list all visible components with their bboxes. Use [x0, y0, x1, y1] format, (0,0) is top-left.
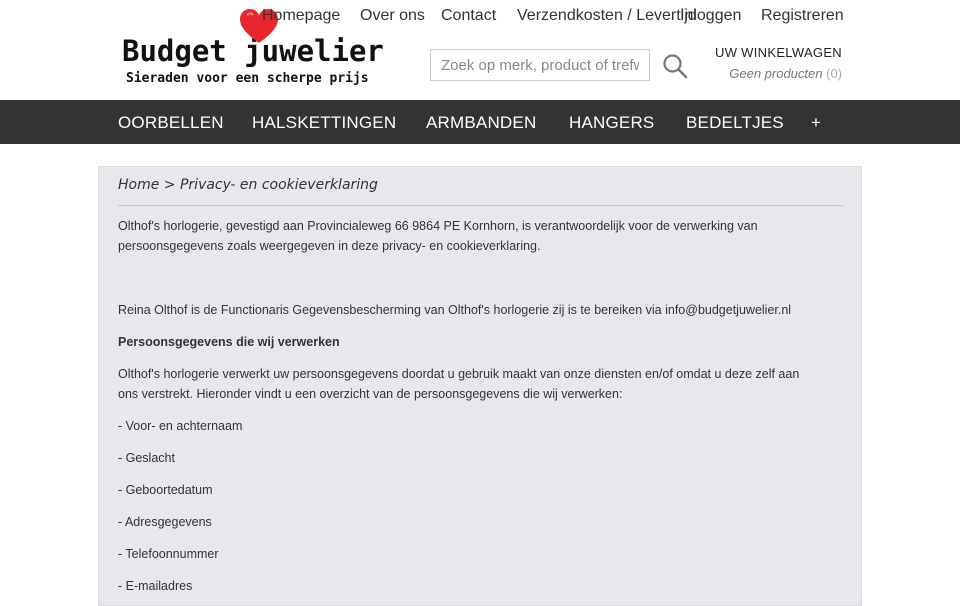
intro-paragraph: Olthof's horlogerie, gevestigd aan Provi… — [118, 216, 818, 256]
page-content: Home > Privacy- en cookieverklaring Olth… — [98, 166, 862, 606]
list-item: - Geboortedatum — [118, 483, 213, 497]
section-heading: Persoonsgegevens die wij verwerken — [118, 335, 340, 349]
site-header: Budget juwelier Sieraden voor een scherp… — [0, 0, 960, 100]
cart-title[interactable]: UW WINKELWAGEN — [690, 45, 842, 60]
nav-armbanden[interactable]: ARMBANDEN — [426, 113, 536, 133]
main-navigation: OORBELLEN HALSKETTINGEN ARMBANDEN HANGER… — [0, 100, 960, 144]
list-item: - Geslacht — [118, 451, 175, 465]
nav-hangers[interactable]: HANGERS — [569, 113, 654, 133]
nav-oorbellen[interactable]: OORBELLEN — [118, 113, 224, 133]
topnav-registreren[interactable]: Registreren — [761, 7, 844, 25]
search-icon[interactable] — [662, 53, 688, 79]
breadcrumb-current: Privacy- en cookieverklaring — [179, 177, 378, 193]
processing-line-1: Olthof's horlogerie verwerkt uw persoons… — [118, 367, 800, 381]
nav-halskettingen[interactable]: HALSKETTINGEN — [252, 113, 396, 133]
topnav-inloggen[interactable]: Inloggen — [680, 7, 741, 25]
topnav-over-ons[interactable]: Over ons — [360, 7, 425, 25]
topnav-homepage[interactable]: Homepage — [262, 7, 340, 25]
cart-status[interactable]: Geen producten (0) — [690, 66, 842, 81]
list-item: - Voor- en achternaam — [118, 419, 243, 433]
processing-line-2: ons verstrekt. Hieronder vindt u een ove… — [118, 387, 623, 401]
nav-bedeltjes[interactable]: BEDELTJES — [686, 113, 784, 133]
search-input[interactable] — [430, 49, 650, 81]
breadcrumb-separator: > — [163, 177, 176, 193]
cart-status-text: Geen producten — [729, 66, 823, 81]
cart-count: (0) — [826, 66, 842, 81]
topnav-contact[interactable]: Contact — [441, 7, 496, 25]
breadcrumb-home[interactable]: Home — [118, 177, 159, 193]
topnav-verzendkosten[interactable]: Verzendkosten / Levertijd — [517, 7, 697, 25]
top-navigation: Homepage Over ons Contact Verzendkosten … — [0, 7, 960, 27]
intro-line-2: persoonsgegevens zoals weergegeven in de… — [118, 239, 541, 253]
intro-line-1: Olthof's horlogerie, gevestigd aan Provi… — [118, 219, 758, 233]
list-item: - Adresgegevens — [118, 515, 212, 529]
nav-more-button[interactable]: + — [811, 113, 821, 133]
logo-tagline: Sieraden voor een scherpe prijs — [126, 71, 369, 86]
processing-paragraph: Olthof's horlogerie verwerkt uw persoons… — [118, 364, 818, 404]
list-item: - E-mailadres — [118, 579, 193, 593]
breadcrumb: Home > Privacy- en cookieverklaring — [118, 177, 378, 193]
dpo-paragraph: Reina Olthof is de Functionaris Gegevens… — [118, 303, 792, 317]
breadcrumb-divider — [118, 205, 843, 206]
list-item: - Telefoonnummer — [118, 547, 219, 561]
